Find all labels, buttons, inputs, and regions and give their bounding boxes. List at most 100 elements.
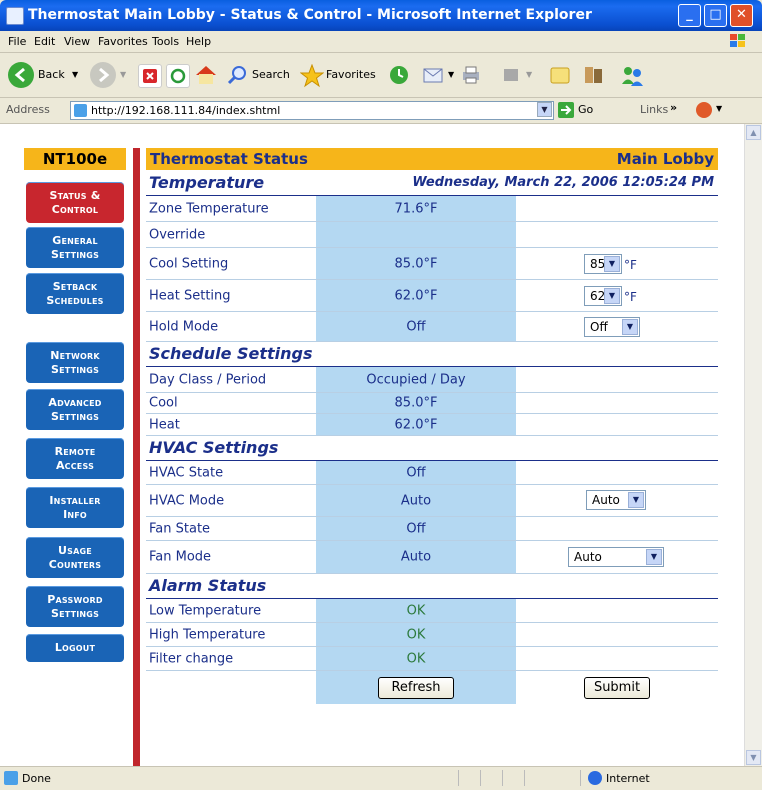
title-bar[interactable]: Thermostat Main Lobby - Status & Control…: [0, 0, 762, 31]
status-text: Done: [22, 772, 51, 785]
menu-favorites[interactable]: Favorites: [98, 35, 148, 48]
nav-label: Settings: [50, 606, 100, 620]
section-hvac: HVAC Settings: [146, 436, 718, 461]
standard-toolbar: Back ▼ ▼ Search Favorites ▼ ▼: [0, 53, 762, 98]
nav-status-control[interactable]: Status & Control: [26, 182, 124, 223]
window-title: Thermostat Main Lobby - Status & Control…: [28, 7, 592, 23]
row-label: HVAC Mode: [149, 493, 225, 508]
ie-page-icon: [6, 7, 24, 25]
row-value: 85.0°F: [316, 393, 516, 413]
search-button-label[interactable]: Search: [252, 68, 290, 81]
search-icon[interactable]: [226, 64, 248, 86]
nav-label: Schedules: [46, 293, 104, 307]
row-value: 62.0°F: [316, 414, 516, 435]
vertical-scrollbar[interactable]: ▲ ▼: [744, 124, 762, 766]
favorites-button-label[interactable]: Favorites: [326, 68, 376, 81]
heat-setpoint-select[interactable]: 62 ▼: [584, 286, 622, 306]
cool-setpoint-select[interactable]: 85 ▼: [584, 254, 622, 274]
refresh-button[interactable]: Refresh: [378, 677, 454, 699]
toolbar-extra-icon[interactable]: [696, 102, 712, 118]
nav-label: Status &: [49, 188, 101, 202]
scroll-up-icon[interactable]: ▲: [746, 125, 761, 140]
row-value: OK: [316, 647, 516, 670]
discuss-icon[interactable]: [548, 64, 570, 86]
favorites-star-icon[interactable]: [299, 63, 325, 88]
table-row: Cool Setting 85.0°F 85 ▼ °F: [146, 248, 718, 280]
menu-edit[interactable]: Edit: [34, 35, 55, 48]
nav-label: General: [52, 233, 98, 247]
submit-button[interactable]: Submit: [584, 677, 650, 699]
nav-password-settings[interactable]: Password Settings: [26, 586, 124, 627]
back-dropdown-icon[interactable]: ▼: [72, 70, 78, 79]
nav-usage-counters[interactable]: Usage Counters: [26, 537, 124, 578]
go-arrow-icon[interactable]: [558, 102, 574, 118]
divider-bar: [133, 148, 140, 766]
unit-label: °F: [624, 290, 637, 304]
scroll-down-icon[interactable]: ▼: [746, 750, 761, 765]
nav-label: Access: [55, 458, 95, 472]
row-label: Heat Setting: [149, 288, 231, 303]
chevron-down-icon: ▼: [622, 319, 638, 335]
nav-general-settings[interactable]: General Settings: [26, 227, 124, 268]
hold-mode-select[interactable]: Off ▼: [584, 317, 640, 337]
messenger-icon[interactable]: [620, 64, 643, 86]
menu-file[interactable]: File: [8, 35, 26, 48]
value-text: 85.0°F: [394, 395, 438, 411]
close-button[interactable]: ✕: [730, 4, 753, 27]
mail-icon[interactable]: [422, 64, 444, 86]
nav-installer-info[interactable]: Installer Info: [26, 487, 124, 528]
edit-dropdown-icon[interactable]: ▼: [526, 70, 532, 79]
value-text: 62.0°F: [394, 288, 438, 303]
status-divider: [524, 770, 525, 786]
nav-setback-schedules[interactable]: Setback Schedules: [26, 273, 124, 314]
research-icon[interactable]: [582, 64, 604, 86]
go-button-label[interactable]: Go: [578, 103, 593, 116]
nav-advanced-settings[interactable]: Advanced Settings: [26, 389, 124, 430]
row-value: 62.0°F: [316, 280, 516, 311]
row-label: Fan State: [149, 521, 211, 536]
back-arrow-icon[interactable]: [8, 62, 34, 88]
home-icon[interactable]: [194, 64, 216, 86]
mail-dropdown-icon[interactable]: ▼: [448, 70, 454, 79]
maximize-button[interactable]: □: [704, 4, 727, 27]
table-row: Override: [146, 222, 718, 248]
value-text: Off: [406, 465, 426, 480]
row-value: 85.0°F: [316, 248, 516, 279]
nav-label: Installer: [49, 493, 101, 507]
fan-mode-select[interactable]: Auto ▼: [568, 547, 664, 567]
menu-tools[interactable]: Tools: [152, 35, 179, 48]
address-dropdown-icon[interactable]: ▼: [537, 102, 552, 117]
history-icon[interactable]: [388, 64, 410, 86]
row-value: Off: [316, 312, 516, 341]
row-label: Cool: [149, 395, 178, 411]
section-title: Temperature: [149, 173, 265, 192]
hvac-mode-select[interactable]: Auto ▼: [586, 490, 646, 510]
links-label[interactable]: Links: [640, 103, 668, 116]
row-label: HVAC State: [149, 465, 224, 480]
toolbar-extra-dropdown-icon[interactable]: ▼: [716, 104, 722, 113]
nav-label: Setback: [52, 279, 98, 293]
menu-view[interactable]: View: [64, 35, 90, 48]
nav-network-settings[interactable]: Network Settings: [26, 342, 124, 383]
menu-bar: File Edit View Favorites Tools Help: [0, 31, 762, 53]
minimize-button[interactable]: _: [678, 4, 701, 27]
menu-help[interactable]: Help: [186, 35, 211, 48]
nav-label: Info: [63, 507, 87, 521]
edit-icon[interactable]: [500, 64, 522, 86]
row-label: Zone Temperature: [149, 201, 269, 216]
stop-icon[interactable]: [138, 64, 162, 88]
links-chevron-icon[interactable]: »: [670, 101, 677, 114]
datetime: Wednesday, March 22, 2006 12:05:24 PM: [412, 175, 714, 190]
unit-label: °F: [624, 258, 637, 272]
table-row: Heat Setting 62.0°F 62 ▼ °F: [146, 280, 718, 312]
forward-dropdown-icon[interactable]: ▼: [120, 70, 126, 79]
address-input[interactable]: http://192.168.111.84/index.shtml: [70, 101, 554, 120]
nav-remote-access[interactable]: Remote Access: [26, 438, 124, 479]
forward-arrow-icon[interactable]: [90, 62, 116, 88]
row-value: Occupied / Day: [316, 367, 516, 392]
back-button-label[interactable]: Back: [38, 68, 65, 81]
print-icon[interactable]: [460, 64, 482, 86]
nav-logout[interactable]: Logout: [26, 634, 124, 662]
refresh-icon[interactable]: [166, 64, 190, 88]
row-label: High Temperature: [149, 627, 266, 642]
